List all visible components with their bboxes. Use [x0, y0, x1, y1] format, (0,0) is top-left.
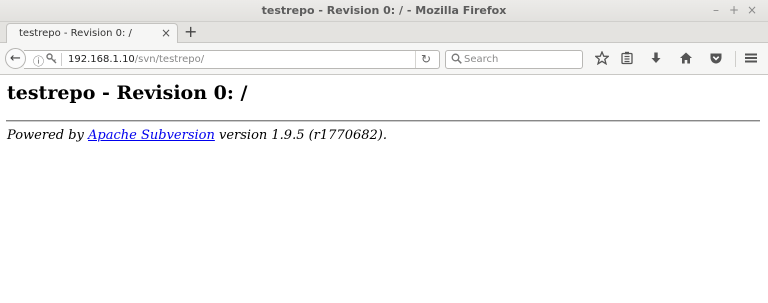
page-heading: testrepo - Revision 0: / — [7, 82, 248, 104]
search-icon — [451, 53, 462, 67]
toolbar-separator — [735, 51, 736, 67]
close-window-button[interactable]: × — [745, 3, 759, 17]
footer-prefix: Powered by — [7, 128, 89, 143]
url-host: 192.168.1.10 — [68, 54, 135, 65]
reload-separator — [415, 51, 416, 68]
navigation-toolbar: ⓘ 192.168.1.10/svn/testrepo/ ↻ ← — [0, 43, 768, 75]
tab-bar: testrepo - Revision 0: / × + — [0, 22, 768, 44]
apache-subversion-link[interactable]: Apache Subversion — [88, 128, 215, 143]
page-divider — [6, 120, 760, 122]
reading-list-icon[interactable] — [619, 51, 635, 67]
pocket-icon[interactable] — [708, 51, 724, 67]
maximize-button[interactable]: + — [727, 3, 741, 17]
search-input[interactable] — [464, 52, 579, 67]
info-icon[interactable]: ⓘ — [33, 53, 44, 69]
bookmark-star-icon[interactable] — [593, 50, 611, 67]
tab-close-icon[interactable]: × — [161, 26, 171, 40]
download-icon[interactable] — [648, 51, 664, 67]
url-text[interactable]: 192.168.1.10/svn/testrepo/ — [68, 54, 204, 65]
tab-label: testrepo - Revision 0: / — [19, 28, 132, 39]
page-content: testrepo - Revision 0: / Powered by Apac… — [0, 76, 768, 303]
menu-icon[interactable] — [743, 51, 759, 67]
reload-icon[interactable]: ↻ — [421, 52, 431, 66]
tab-active[interactable]: testrepo - Revision 0: / × — [6, 23, 178, 44]
search-bar[interactable] — [445, 50, 583, 69]
minimize-button[interactable]: – — [709, 3, 723, 17]
url-path: /svn/testrepo/ — [134, 54, 205, 65]
url-bar[interactable]: ⓘ 192.168.1.10/svn/testrepo/ ↻ — [24, 50, 440, 69]
window-title: testrepo - Revision 0: / - Mozilla Firef… — [261, 4, 507, 17]
page-footer: Powered by Apache Subversion version 1.9… — [7, 128, 387, 143]
home-icon[interactable] — [678, 51, 694, 67]
new-tab-button[interactable]: + — [184, 23, 197, 41]
url-separator — [61, 53, 62, 66]
back-button[interactable]: ← — [5, 48, 26, 69]
key-icon[interactable] — [46, 53, 57, 67]
window-titlebar: testrepo - Revision 0: / - Mozilla Firef… — [0, 0, 768, 22]
footer-suffix: version 1.9.5 (r1770682). — [214, 128, 388, 143]
